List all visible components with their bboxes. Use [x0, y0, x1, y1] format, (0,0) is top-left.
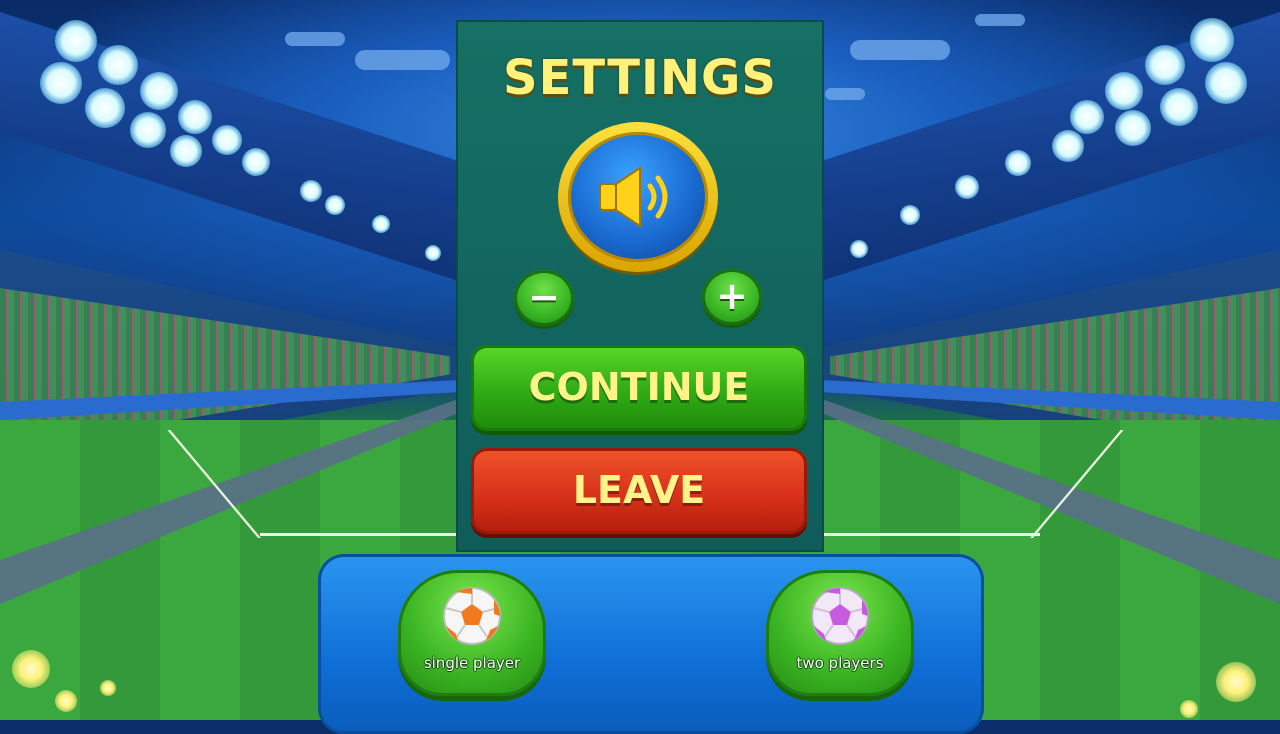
- light-sparkle: [55, 690, 77, 712]
- speaker-icon: [599, 166, 668, 228]
- floodlight: [1070, 100, 1104, 134]
- plus-icon: +: [716, 274, 748, 318]
- floodlight: [325, 195, 345, 215]
- floodlight: [85, 88, 125, 128]
- floodlight: [140, 72, 178, 110]
- floodlight: [1160, 88, 1198, 126]
- floodlight: [170, 135, 202, 167]
- minus-icon: −: [528, 275, 560, 319]
- floodlight: [1145, 45, 1185, 85]
- continue-button[interactable]: CONTINUE: [471, 345, 807, 431]
- floodlight: [900, 205, 920, 225]
- leave-button[interactable]: LEAVE: [471, 448, 807, 534]
- two-players-label: two players: [796, 654, 884, 672]
- floodlight: [130, 112, 166, 148]
- soccer-ball-purple-icon: [811, 587, 869, 645]
- cloud: [975, 14, 1025, 26]
- floodlight: [55, 20, 97, 62]
- floodlight: [178, 100, 212, 134]
- soccer-ball-orange-icon: [443, 587, 501, 645]
- volume-button[interactable]: [558, 122, 718, 272]
- cloud: [850, 40, 950, 60]
- speaker-icon-background: [568, 132, 708, 262]
- cloud: [355, 50, 450, 70]
- light-sparkle: [100, 680, 116, 696]
- settings-title: SETTINGS: [503, 50, 777, 106]
- floodlight: [40, 62, 82, 104]
- floodlight: [1052, 130, 1084, 162]
- floodlight: [1005, 150, 1031, 176]
- single-player-label: single player: [423, 654, 521, 672]
- light-sparkle: [1180, 700, 1198, 718]
- light-sparkle: [1216, 662, 1256, 702]
- floodlight: [98, 45, 138, 85]
- volume-down-button[interactable]: −: [514, 270, 574, 326]
- floodlight: [372, 215, 390, 233]
- floodlight: [1105, 72, 1143, 110]
- volume-up-button[interactable]: +: [702, 269, 762, 325]
- floodlight: [955, 175, 979, 199]
- floodlight: [242, 148, 270, 176]
- light-sparkle: [12, 650, 50, 688]
- floodlight: [212, 125, 242, 155]
- floodlight: [1190, 18, 1234, 62]
- two-players-button[interactable]: two players: [766, 570, 914, 696]
- cloud: [825, 88, 865, 100]
- mode-select-tray: single player two players: [318, 554, 984, 734]
- floodlight: [425, 245, 441, 261]
- floodlight: [300, 180, 322, 202]
- floodlight: [850, 240, 868, 258]
- floodlight: [1205, 62, 1247, 104]
- floodlight: [1115, 110, 1151, 146]
- cloud: [285, 32, 345, 46]
- settings-panel: SETTINGS − + CONTINUE LEAVE: [456, 20, 824, 552]
- single-player-button[interactable]: single player: [398, 570, 546, 696]
